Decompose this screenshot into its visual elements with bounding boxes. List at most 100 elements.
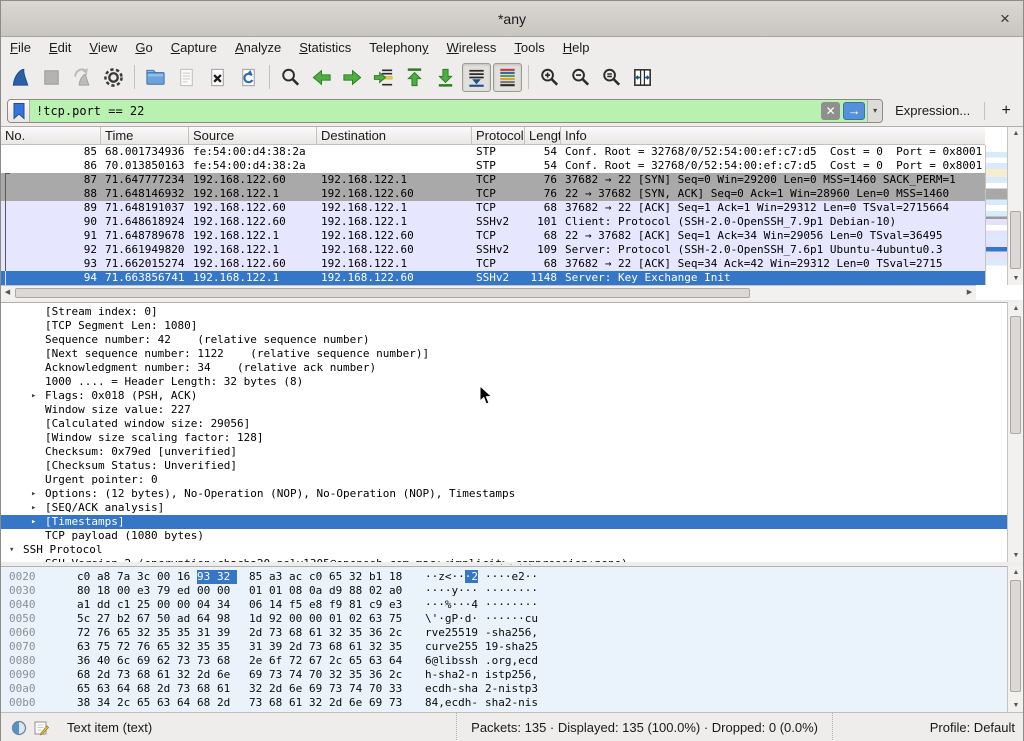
hex-row-0040[interactable]: 0040a1ddc125000004340614f5e8f981c9e3···%… (1, 598, 1023, 612)
go-last-button[interactable] (431, 63, 460, 92)
detail-line[interactable]: Checksum: 0x79ed [unverified] (1, 445, 1023, 459)
menu-analyze[interactable]: Analyze (226, 37, 290, 59)
go-forward-button[interactable] (338, 63, 367, 92)
details-vscrollbar[interactable]: ▲ ▼ (1007, 302, 1023, 562)
scroll-left-icon[interactable]: ◀ (1, 286, 14, 300)
collapsed-arrow-icon[interactable]: ▸ (31, 389, 36, 403)
menu-wireless[interactable]: Wireless (438, 37, 506, 59)
scroll-down-icon[interactable]: ▼ (1008, 272, 1024, 285)
zoom-reset-button[interactable] (597, 63, 626, 92)
packet-row-88[interactable]: 8871.648146932192.168.122.1192.168.122.6… (1, 187, 985, 201)
zoom-in-button[interactable] (535, 63, 564, 92)
menu-edit[interactable]: Edit (40, 37, 80, 59)
packet-list-vscrollbar[interactable]: ▲ ▼ (1007, 127, 1023, 285)
hex-row-0060[interactable]: 006072766532353531392d7368613235362crve2… (1, 626, 1023, 640)
detail-line[interactable]: [Stream index: 0] (1, 305, 1023, 319)
display-filter-field[interactable]: !tcp.port == 22 ✕ → ▾ (7, 99, 883, 123)
packet-row-85[interactable]: 8568.001734936fe:54:00:d4:38:2aSTP54Conf… (1, 145, 985, 159)
go-to-packet-button[interactable] (369, 63, 398, 92)
menu-capture[interactable]: Capture (162, 37, 226, 59)
filter-clear-button[interactable]: ✕ (821, 102, 840, 120)
detail-line[interactable]: TCP payload (1080 bytes) (1, 529, 1023, 543)
expanded-arrow-icon[interactable]: ▾ (9, 543, 14, 557)
menu-help[interactable]: Help (554, 37, 599, 59)
column-header-length[interactable]: Length (525, 127, 561, 145)
detail-line[interactable]: Sequence number: 42 (relative sequence n… (1, 333, 1023, 347)
packet-row-93[interactable]: 9371.662015274192.168.122.60192.168.122.… (1, 257, 985, 271)
add-filter-button[interactable]: + (995, 102, 1017, 120)
capture-stop-button[interactable] (37, 63, 66, 92)
hex-row-0030[interactable]: 0030801800e379ed00000101080ad98802a0····… (1, 584, 1023, 598)
expert-info-icon[interactable] (11, 720, 27, 736)
packet-row-94[interactable]: 9471.663856741192.168.122.1192.168.122.6… (1, 271, 985, 285)
packet-row-89[interactable]: 8971.648191037192.168.122.60192.168.122.… (1, 201, 985, 215)
file-close-button[interactable] (203, 63, 232, 92)
intelligent-scrollbar-minimap[interactable] (985, 145, 1007, 285)
detail-line[interactable]: [Calculated window size: 29056] (1, 417, 1023, 431)
detail-line[interactable]: [Window size scaling factor: 128] (1, 431, 1023, 445)
collapsed-arrow-icon[interactable]: ▸ (31, 487, 36, 501)
hex-row-0090[interactable]: 0090682d736861322d6e697374703235362ch-sh… (1, 668, 1023, 682)
filter-bookmark-button[interactable] (8, 99, 30, 123)
hex-vscrollbar[interactable]: ▲ ▼ (1007, 566, 1023, 712)
packet-row-86[interactable]: 8670.013850163fe:54:00:d4:38:2aSTP54Conf… (1, 159, 985, 173)
zoom-out-button[interactable] (566, 63, 595, 92)
status-profile[interactable]: Profile: Default (930, 713, 1015, 741)
scrollbar-thumb[interactable] (1010, 580, 1021, 692)
find-packet-button[interactable] (276, 63, 305, 92)
packet-list-hscrollbar[interactable]: ◀ ▶ (1, 285, 976, 300)
column-header-source[interactable]: Source (189, 127, 317, 145)
scroll-right-icon[interactable]: ▶ (963, 286, 976, 300)
file-open-button[interactable] (141, 63, 170, 92)
detail-line[interactable]: [Checksum Status: Unverified] (1, 459, 1023, 473)
go-back-button[interactable] (307, 63, 336, 92)
hex-row-0070[interactable]: 0070637572766532353531392d7368613235curv… (1, 640, 1023, 654)
scroll-down-icon[interactable]: ▼ (1008, 549, 1024, 562)
detail-line[interactable]: [TCP Segment Len: 1080] (1, 319, 1023, 333)
scroll-up-icon[interactable]: ▲ (1008, 566, 1024, 579)
hex-row-00a0[interactable]: 00a0656364682d736861322d6e6973747033ecdh… (1, 682, 1023, 696)
detail-line[interactable]: ▸Options: (12 bytes), No-Operation (NOP)… (1, 487, 1023, 501)
file-save-button[interactable] (172, 63, 201, 92)
menu-view[interactable]: View (80, 37, 126, 59)
scrollbar-thumb[interactable] (15, 288, 750, 298)
scrollbar-thumb[interactable] (1010, 316, 1021, 434)
column-header-no[interactable]: No. (1, 127, 101, 145)
detail-line[interactable]: ▸[Timestamps] (1, 515, 1023, 529)
colorize-button[interactable] (493, 63, 522, 92)
capture-start-button[interactable] (6, 63, 35, 92)
capture-options-button[interactable] (99, 63, 128, 92)
menu-telephony[interactable]: Telephony (360, 37, 437, 59)
hex-row-0020[interactable]: 0020c0a87a3c0016933285a3acc06532b118··z<… (1, 570, 1023, 584)
detail-line[interactable]: 1000 .... = Header Length: 32 bytes (8) (1, 375, 1023, 389)
window-close-icon[interactable]: × (995, 9, 1015, 29)
packet-row-87[interactable]: 8771.647777234192.168.122.60192.168.122.… (1, 173, 985, 187)
capture-restart-button[interactable] (68, 63, 97, 92)
menu-go[interactable]: Go (126, 37, 161, 59)
detail-line[interactable]: ▸Flags: 0x018 (PSH, ACK) (1, 389, 1023, 403)
detail-line[interactable]: Window size value: 227 (1, 403, 1023, 417)
hex-row-0050[interactable]: 00505c27b26750ad64981d92000001026375\'·g… (1, 612, 1023, 626)
hex-row-0080[interactable]: 008036406c69627373682e6f72672c6563646@li… (1, 654, 1023, 668)
display-filter-input[interactable]: !tcp.port == 22 (30, 104, 821, 118)
filter-dropdown-caret[interactable]: ▾ (867, 99, 882, 123)
expression-button[interactable]: Expression... (895, 103, 970, 118)
scroll-up-icon[interactable]: ▲ (1008, 302, 1024, 315)
column-header-destination[interactable]: Destination (317, 127, 472, 145)
packet-row-91[interactable]: 9171.648789678192.168.122.1192.168.122.6… (1, 229, 985, 243)
menu-tools[interactable]: Tools (505, 37, 553, 59)
detail-line[interactable]: Acknowledgment number: 34 (relative ack … (1, 361, 1023, 375)
file-reload-button[interactable] (234, 63, 263, 92)
packet-row-92[interactable]: 9271.661949820192.168.122.1192.168.122.6… (1, 243, 985, 257)
column-header-time[interactable]: Time (101, 127, 189, 145)
auto-scroll-button[interactable] (462, 63, 491, 92)
go-first-button[interactable] (400, 63, 429, 92)
filter-apply-button[interactable]: → (843, 102, 865, 120)
collapsed-arrow-icon[interactable]: ▸ (31, 515, 36, 529)
scrollbar-thumb[interactable] (1010, 211, 1021, 269)
detail-line[interactable]: ▸[SEQ/ACK analysis] (1, 501, 1023, 515)
detail-line[interactable]: ▾SSH Protocol (1, 543, 1023, 557)
packet-row-90[interactable]: 9071.648618924192.168.122.60192.168.122.… (1, 215, 985, 229)
collapsed-arrow-icon[interactable]: ▸ (31, 501, 36, 515)
capture-comment-icon[interactable] (33, 720, 49, 736)
